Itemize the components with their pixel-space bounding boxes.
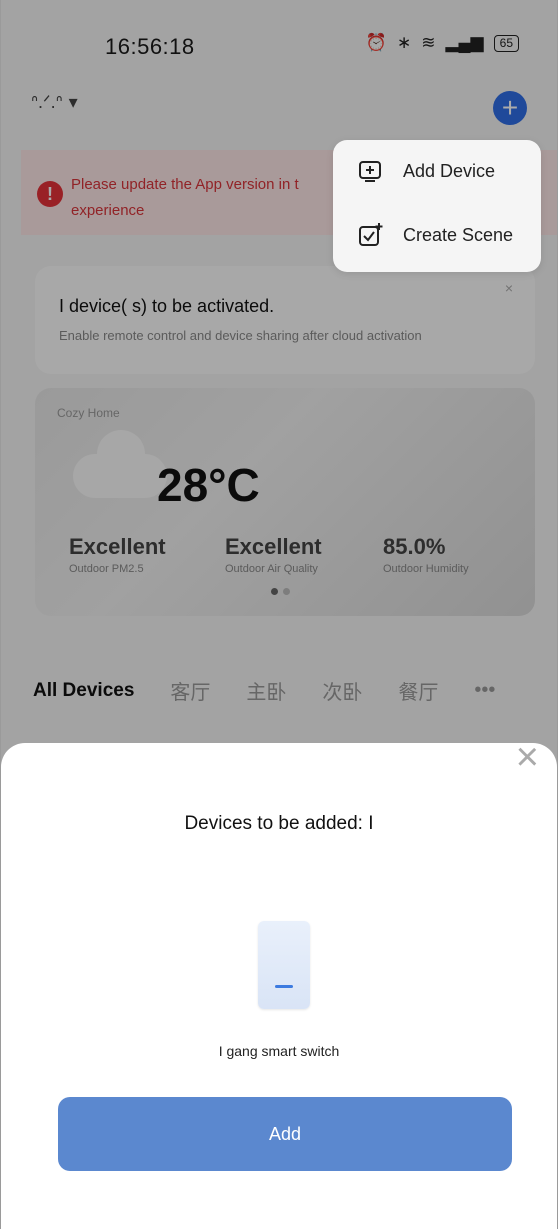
- menu-item-label: Create Scene: [403, 224, 514, 245]
- menu-item-label: Add Device: [403, 160, 496, 181]
- sheet-heading: Devices to be added: I: [184, 813, 374, 834]
- add-popup-menu: Add Device Create Scene: [333, 140, 541, 272]
- close-icon[interactable]: ×: [516, 735, 539, 780]
- switch-indicator: [275, 985, 293, 988]
- menu-item-add-device[interactable]: Add Device: [355, 156, 495, 186]
- add-button[interactable]: Add: [58, 1097, 512, 1171]
- menu-item-create-scene[interactable]: Create Scene: [355, 220, 513, 250]
- device-name: I gang smart switch: [218, 1043, 340, 1059]
- create-scene-icon: [355, 220, 385, 250]
- app-screen: 16:56:18 ⏰ ∗ ≋ ▂▄▆ 65 ᐢ.ᐟ.ᐢ ▾ + ! Please…: [0, 0, 558, 1229]
- smart-switch-image: [258, 921, 310, 1009]
- add-device-sheet: × Devices to be added: I I gang smart sw…: [1, 735, 557, 1229]
- add-device-icon: [355, 156, 385, 186]
